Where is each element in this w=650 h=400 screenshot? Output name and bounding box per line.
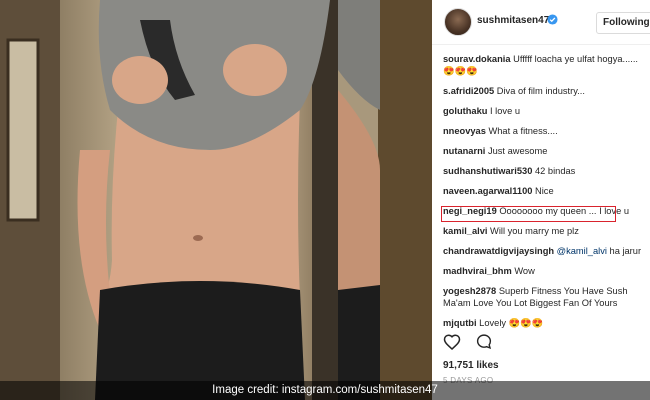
comment-username[interactable]: nutanarni bbox=[443, 146, 485, 156]
comment-item: goluthaku I love u bbox=[443, 105, 648, 117]
right-hand bbox=[223, 44, 287, 96]
comment-text: Just awesome bbox=[487, 146, 548, 156]
comment-list: sourav.dokania Ufffff loacha ye ulfat ho… bbox=[443, 53, 648, 337]
wall-frame bbox=[6, 38, 40, 222]
comment-text: I love u bbox=[490, 106, 520, 116]
comment-item: mjqutbi Lovely 😍😍😍 bbox=[443, 317, 648, 329]
comment-item: yogesh2878 Superb Fitness You Have Sush … bbox=[443, 285, 648, 309]
heart-icon[interactable] bbox=[443, 333, 461, 355]
avatar[interactable] bbox=[444, 8, 472, 36]
post-username[interactable]: sushmitasen47 bbox=[477, 15, 549, 26]
comment-username[interactable]: naveen.agarwal1100 bbox=[443, 186, 532, 196]
comment-item: nneovyas What a fitness.... bbox=[443, 125, 648, 137]
ornate-wall bbox=[378, 0, 432, 400]
comment-bubble-icon[interactable] bbox=[475, 333, 493, 355]
comment-text: Diva of film industry... bbox=[496, 86, 585, 96]
comment-username[interactable]: chandrawatdigvijaysingh bbox=[443, 246, 554, 256]
comment-username[interactable]: goluthaku bbox=[443, 106, 487, 116]
comment-item: sudhanshutiwari530 42 bindas bbox=[443, 165, 648, 177]
post-header: sushmitasen47 Following bbox=[432, 0, 650, 45]
comment-username[interactable]: madhvirai_bhm bbox=[443, 266, 512, 276]
comment-username[interactable]: mjqutbi bbox=[443, 318, 477, 328]
comment-text: Nice bbox=[535, 186, 554, 196]
post-photo bbox=[0, 0, 432, 400]
comment-text: ha jarur bbox=[606, 246, 642, 256]
comment-text: 42 bindas bbox=[534, 166, 576, 176]
comment-username[interactable]: nneovyas bbox=[443, 126, 486, 136]
comment-text: Will you marry me plz bbox=[490, 226, 579, 236]
comment-text: What a fitness.... bbox=[488, 126, 558, 136]
comment-item: madhvirai_bhm Wow bbox=[443, 265, 648, 277]
comment-username[interactable]: kamil_alvi bbox=[443, 226, 487, 236]
left-hand bbox=[112, 56, 168, 104]
comment-username[interactable]: yogesh2878 bbox=[443, 286, 496, 296]
comment-item: nutanarni Just awesome bbox=[443, 145, 648, 157]
comment-item: s.afridi2005 Diva of film industry... bbox=[443, 85, 648, 97]
comment-item: naveen.agarwal1100 Nice bbox=[443, 185, 648, 197]
highlight-box bbox=[441, 206, 616, 222]
comment-item: chandrawatdigvijaysingh @kamil_alvi ha j… bbox=[443, 245, 648, 257]
photo-illustration bbox=[0, 0, 432, 400]
comment-text: Wow bbox=[514, 266, 535, 276]
comment-username[interactable]: s.afridi2005 bbox=[443, 86, 494, 96]
comment-username[interactable]: sudhanshutiwari530 bbox=[443, 166, 532, 176]
post-side-panel: sushmitasen47 Following sourav.dokania U… bbox=[432, 0, 650, 400]
following-button[interactable]: Following bbox=[596, 12, 650, 34]
verified-badge-icon bbox=[547, 14, 558, 25]
navel bbox=[193, 235, 203, 241]
comment-text: Lovely 😍😍😍 bbox=[479, 318, 544, 328]
comment-item-highlighted: kamil_alvi Will you marry me plz bbox=[443, 225, 648, 237]
comment-mention[interactable]: @kamil_alvi bbox=[557, 246, 607, 256]
action-bar bbox=[443, 333, 503, 355]
comment-item: sourav.dokania Ufffff loacha ye ulfat ho… bbox=[443, 53, 648, 77]
image-credit: Image credit: instagram.com/sushmitasen4… bbox=[212, 384, 438, 396]
likes-count[interactable]: 91,751 likes bbox=[443, 360, 499, 371]
comment-username[interactable]: sourav.dokania bbox=[443, 54, 511, 64]
